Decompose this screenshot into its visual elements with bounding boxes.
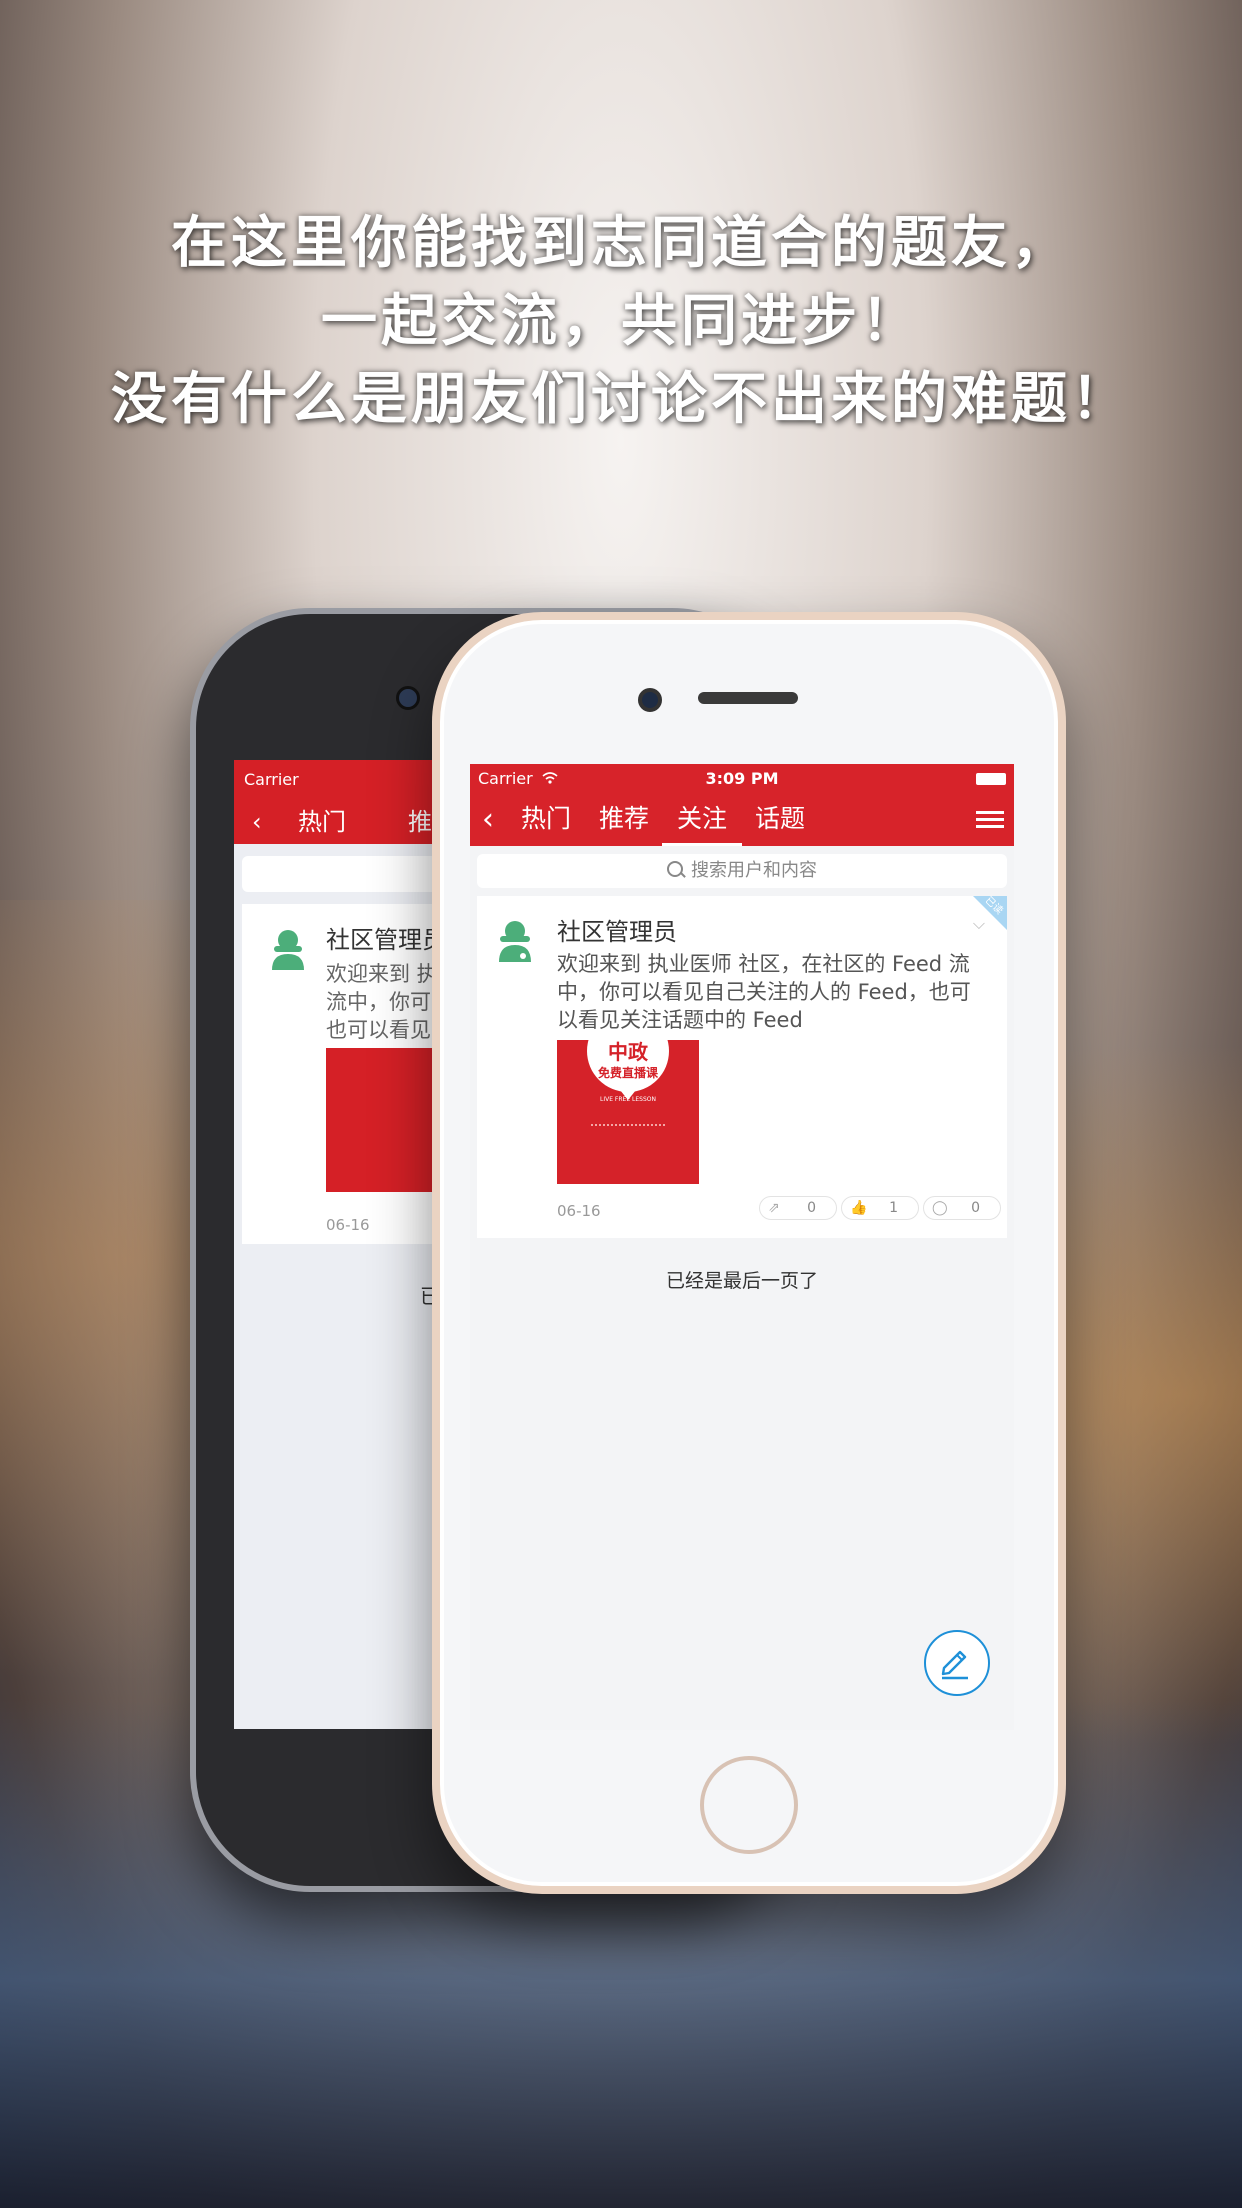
image-subtitle: 免费直播课 [597, 1066, 658, 1080]
tab-topics[interactable]: 话题 [740, 794, 820, 846]
image-dots [591, 1124, 665, 1126]
headline-line-1: 在这里你能找到志同道合的题友， [171, 211, 1071, 276]
back-avatar-icon [272, 930, 304, 970]
back-tab-recommend: 推 [408, 808, 432, 836]
image-badge: 中政 免费直播课 [587, 1040, 669, 1092]
post-date: 06-16 [557, 1202, 601, 1220]
comment-icon: ◯ [932, 1200, 948, 1216]
back-nav-back-icon: ‹ [252, 808, 262, 836]
headline-line-3: 没有什么是朋友们讨论不出来的难题！ [111, 367, 1131, 432]
image-title: 中政 [608, 1040, 648, 1064]
chevron-down-icon[interactable]: ⌵ [973, 914, 985, 934]
pencil-icon [941, 1650, 968, 1680]
tab-following[interactable]: 关注 [662, 794, 742, 846]
compose-button[interactable] [924, 1630, 990, 1696]
like-count: 1 [889, 1200, 898, 1216]
search-bar[interactable]: 搜索用户和内容 [477, 854, 1007, 888]
app-screen: 3:09 PM Carrier ‹ 热门 推荐 关注 话题 搜索用户和内容 已读… [470, 764, 1014, 1730]
post-image[interactable]: 中政 免费直播课 LIVE FREE LESSON [557, 1040, 699, 1184]
home-button[interactable] [700, 1756, 798, 1854]
list-menu-icon[interactable] [976, 807, 1004, 831]
back-post-date: 06-16 [326, 1216, 370, 1234]
post-text: 欢迎来到 执业医师 社区，在社区的 Feed 流中，你可以看见自己关注的人的 F… [557, 952, 971, 1032]
tab-recommend[interactable]: 推荐 [584, 794, 664, 846]
back-phone-camera [396, 686, 420, 710]
top-nav-bar: ‹ 热门 推荐 关注 话题 [470, 794, 1014, 846]
promo-headline: 在这里你能找到志同道合的题友， 一起交流，共同进步！ 没有什么是朋友们讨论不出来… [0, 205, 1242, 439]
feed-post-card[interactable]: 已读 ⌵ 社区管理员 欢迎来到 执业医师 社区，在社区的 Feed 流中，你可以… [477, 895, 1007, 1238]
back-carrier-label: Carrier [244, 770, 299, 789]
tab-hot[interactable]: 热门 [506, 794, 586, 846]
earpiece-speaker [698, 692, 798, 704]
like-button[interactable]: 👍 1 [841, 1196, 919, 1220]
post-author-name[interactable]: 社区管理员 [557, 912, 677, 947]
back-author-name: 社区管理员 [326, 926, 446, 954]
comment-button[interactable]: ◯ 0 [923, 1196, 1001, 1220]
wifi-icon [542, 772, 558, 784]
share-icon: ⇗ [768, 1200, 780, 1216]
share-count: 0 [807, 1200, 816, 1216]
share-button[interactable]: ⇗ 0 [759, 1196, 837, 1220]
comment-count: 0 [971, 1200, 980, 1216]
end-of-list-text: 已经是最后一页了 [665, 1270, 818, 1292]
search-placeholder: 搜索用户和内容 [691, 860, 817, 881]
back-arrow-icon[interactable]: ‹ [482, 802, 494, 838]
front-phone: 3:09 PM Carrier ‹ 热门 推荐 关注 话题 搜索用户和内容 已读… [432, 612, 1066, 1894]
battery-icon [976, 773, 1006, 785]
front-camera [638, 688, 662, 712]
back-tab-hot: 热门 [298, 808, 346, 836]
headline-line-2: 一起交流，共同进步！ [321, 289, 921, 354]
status-carrier: Carrier [478, 769, 533, 788]
status-bar: 3:09 PM Carrier [470, 764, 1014, 794]
admin-avatar-icon[interactable] [497, 918, 533, 964]
search-icon [667, 861, 683, 877]
thumbs-up-icon: 👍 [850, 1200, 868, 1216]
image-caption: LIVE FREE LESSON [600, 1096, 656, 1103]
